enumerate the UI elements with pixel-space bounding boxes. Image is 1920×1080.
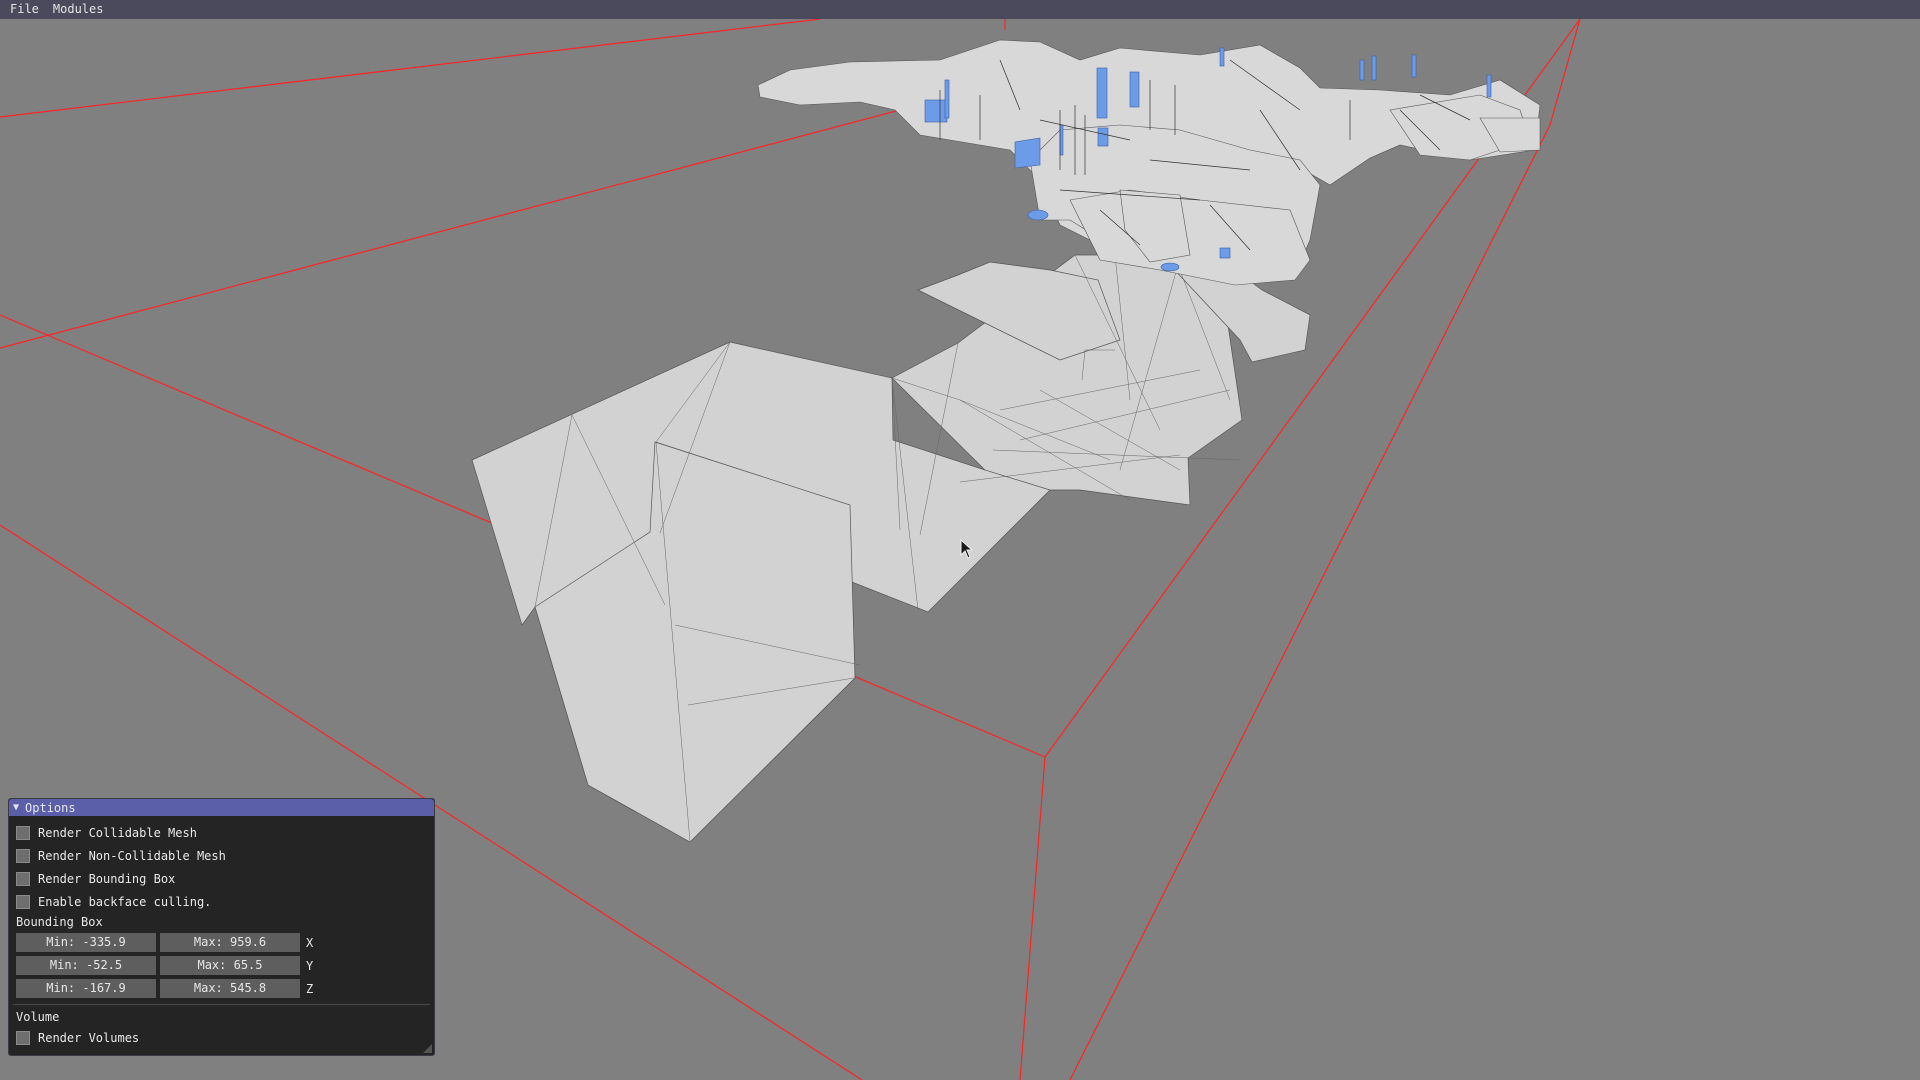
collapse-triangle-icon[interactable]: ▼: [13, 802, 19, 813]
menu-file[interactable]: File: [0, 0, 46, 19]
render-bounding-box-option[interactable]: Render Bounding Box: [9, 867, 434, 890]
options-panel-title-bar[interactable]: ▼ Options: [9, 799, 434, 816]
render-volumes-option[interactable]: Render Volumes: [9, 1026, 434, 1049]
menu-bar: File Modules: [0, 0, 1920, 19]
options-panel-title: Options: [25, 800, 76, 815]
resize-grip-icon[interactable]: [423, 1044, 432, 1053]
render-collidable-mesh-option[interactable]: Render Collidable Mesh: [9, 821, 434, 844]
render-collidable-mesh-label: Render Collidable Mesh: [38, 825, 197, 840]
bbox-y-row: Min: -52.5 Max: 65.5 Y: [9, 954, 434, 977]
options-panel: ▼ Options Render Collidable Mesh Render …: [8, 798, 435, 1056]
bbox-z-row: Min: -167.9 Max: 545.8 Z: [9, 977, 434, 1000]
bbox-y-max-field[interactable]: Max: 65.5: [160, 956, 300, 975]
bbox-z-axis-label: Z: [306, 981, 314, 996]
bbox-x-max-field[interactable]: Max: 959.6: [160, 933, 300, 952]
bounding-box-section-label: Bounding Box: [16, 915, 103, 929]
collision-mesh: [471, 254, 1311, 843]
volume-section-label: Volume: [16, 1010, 60, 1024]
bbox-y-min-field[interactable]: Min: -52.5: [16, 956, 156, 975]
bbox-x-min-field[interactable]: Min: -335.9: [16, 933, 156, 952]
section-divider: [13, 1004, 430, 1005]
bbox-z-min-field[interactable]: Min: -167.9: [16, 979, 156, 998]
render-non-collidable-mesh-label: Render Non-Collidable Mesh: [38, 848, 226, 863]
bbox-x-axis-label: X: [306, 935, 314, 950]
backface-culling-checkbox[interactable]: [16, 894, 30, 909]
render-volumes-label: Render Volumes: [38, 1030, 140, 1045]
distant-mesh-cluster: [757, 39, 1541, 286]
render-bounding-box-checkbox[interactable]: [16, 871, 30, 886]
render-volumes-checkbox[interactable]: [16, 1030, 30, 1045]
bbox-x-row: Min: -335.9 Max: 959.6 X: [9, 931, 434, 954]
backface-culling-option[interactable]: Enable backface culling.: [9, 890, 434, 913]
backface-culling-label: Enable backface culling.: [38, 894, 212, 909]
render-non-collidable-mesh-option[interactable]: Render Non-Collidable Mesh: [9, 844, 434, 867]
render-non-collidable-mesh-checkbox[interactable]: [16, 848, 30, 863]
bbox-y-axis-label: Y: [306, 958, 314, 973]
render-collidable-mesh-checkbox[interactable]: [16, 825, 30, 840]
mouse-cursor-icon: [960, 539, 974, 559]
menu-modules[interactable]: Modules: [46, 0, 111, 19]
render-bounding-box-label: Render Bounding Box: [38, 871, 176, 886]
bbox-z-max-field[interactable]: Max: 545.8: [160, 979, 300, 998]
